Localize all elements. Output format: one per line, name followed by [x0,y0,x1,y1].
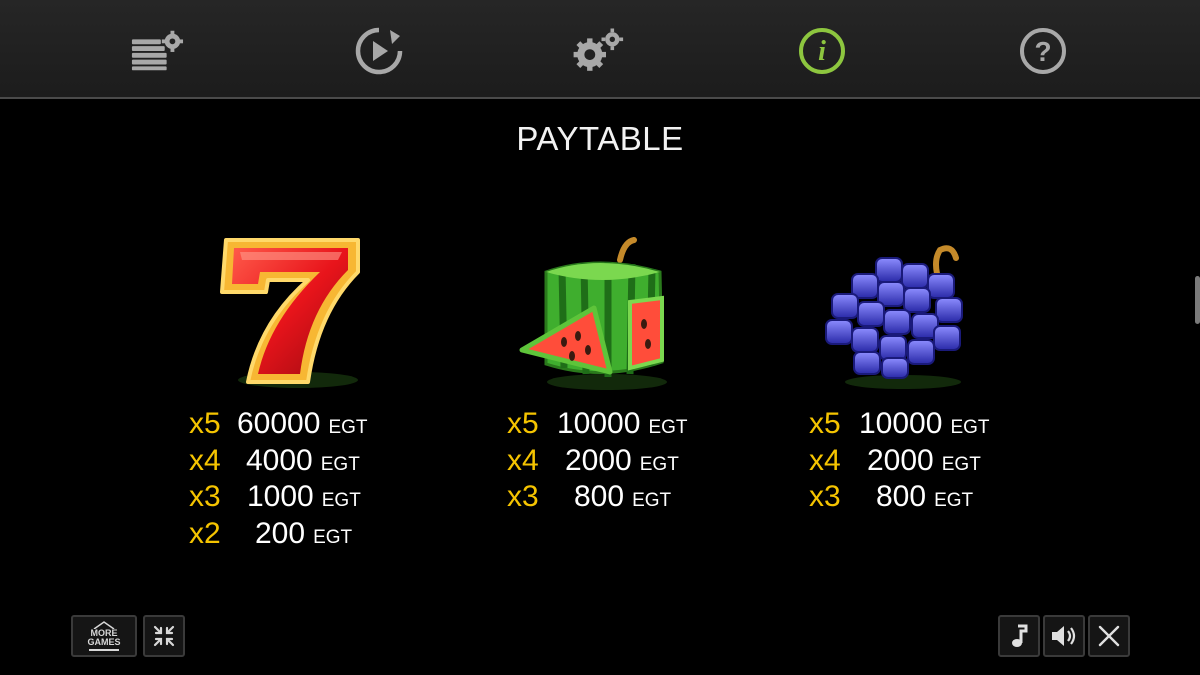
payout-amount: 10000 [557,407,641,440]
payout-amount: 1000 [247,480,314,513]
grapes-icon [825,245,963,389]
autoplay-button[interactable] [352,24,406,78]
multiplier: x3 [189,480,221,513]
currency-label: EGT [950,417,990,438]
close-icon [1098,625,1120,647]
more-games-button[interactable]: MORE GAMES [71,615,137,657]
currency-label: EGT [648,417,688,438]
underline-decoration [89,649,119,651]
currency-label: EGT [941,453,981,475]
payout-amount: 800 [876,480,927,513]
exit-fullscreen-icon [153,625,175,647]
multiplier: x3 [809,480,841,513]
currency-label: EGT [320,453,360,475]
help-icon: ? [1020,28,1066,74]
seven-icon [220,238,360,388]
multiplier: x4 [189,443,221,477]
payout-amount: 10000 [859,407,943,440]
payout-amount: 800 [574,480,625,513]
payout-amount: 60000 [237,407,321,440]
payout-amount: 200 [255,516,306,550]
info-button[interactable]: i [795,24,849,78]
page-title: PAYTABLE [516,120,684,157]
payout-amount: 4000 [246,443,313,477]
multiplier: x5 [507,407,539,440]
settings-button[interactable] [570,24,624,78]
svg-text:i: i [818,36,826,67]
currency-label: EGT [313,526,353,548]
exit-fullscreen-button[interactable] [143,615,185,657]
multiplier: x4 [507,443,539,477]
settings-icon [573,28,624,71]
multiplier: x5 [189,407,221,440]
currency-label: EGT [632,490,672,511]
bet-settings-icon [131,30,184,71]
more-games-label-2: GAMES [87,637,121,647]
multiplier: x4 [809,443,841,477]
currency-label: EGT [321,490,361,511]
multiplier: x3 [507,480,539,513]
speaker-icon [1052,626,1076,646]
info-icon: i [799,28,845,74]
top-toolbar: i ? [0,0,1200,99]
watermelon-icon [519,237,667,390]
autoplay-icon [355,27,403,75]
multiplier: x5 [809,407,841,440]
bet-settings-button[interactable] [130,24,184,78]
close-button[interactable] [1088,615,1130,657]
svg-text:?: ? [1034,36,1051,67]
music-toggle-button[interactable] [998,615,1040,657]
currency-label: EGT [934,490,974,511]
currency-label: EGT [328,417,368,438]
help-button[interactable]: ? [1016,24,1070,78]
payout-amount: 2000 [867,443,934,477]
currency-label: EGT [639,453,679,475]
scrollbar-thumb[interactable] [1195,276,1200,324]
multiplier: x2 [189,516,221,550]
sound-toggle-button[interactable] [1043,615,1085,657]
payout-amount: 2000 [565,443,632,477]
music-note-icon [1012,624,1028,647]
